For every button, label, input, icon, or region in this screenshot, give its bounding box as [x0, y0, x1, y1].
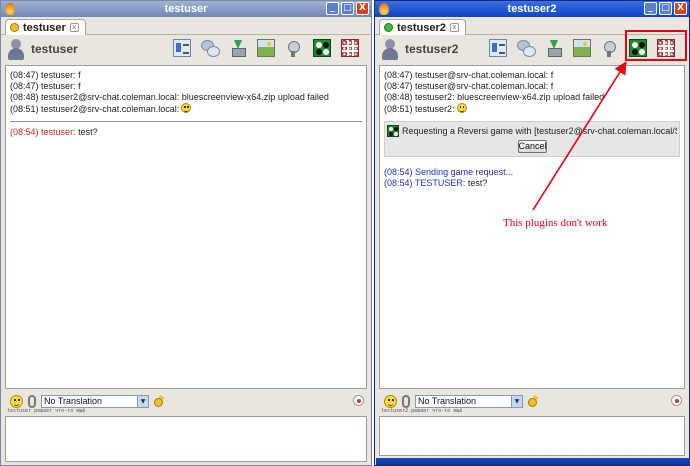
- attach-file-icon[interactable]: [402, 394, 410, 408]
- system-message: (08:54) Sending game request...: [384, 167, 514, 177]
- message-line: (08:54) testuser: test?: [10, 127, 98, 137]
- attach-file-icon[interactable]: [28, 394, 36, 408]
- bot-icon[interactable]: [285, 39, 303, 57]
- emoticon-picker-icon[interactable]: [10, 394, 23, 408]
- tab-close-icon[interactable]: x: [69, 23, 79, 32]
- divider: [10, 121, 362, 122]
- maximize-button[interactable]: □: [341, 2, 354, 15]
- typing-notice: testuser2 решает что-то ещё: [381, 408, 463, 414]
- typing-notice: testuser решает что-то ещё: [7, 408, 86, 414]
- window-title: testuser: [164, 3, 208, 15]
- avatar: [381, 39, 399, 60]
- message-line: (08:51) testuser2@srv-chat.coleman.local…: [10, 103, 362, 115]
- bot-icon[interactable]: [601, 39, 619, 57]
- file-transfer-icon[interactable]: [545, 39, 563, 57]
- online-status-icon: [384, 23, 393, 32]
- tab-close-icon[interactable]: x: [449, 23, 459, 32]
- clear-chat-icon[interactable]: [671, 395, 682, 406]
- profile-card-icon[interactable]: [489, 39, 507, 57]
- system-message: (08:54) TESTUSER: test?: [384, 178, 488, 188]
- clear-chat-icon[interactable]: [353, 395, 364, 406]
- translation-select[interactable]: No Translation ▼: [41, 394, 149, 408]
- emoticon-picker-icon[interactable]: [384, 394, 397, 408]
- contact-name: testuser2: [405, 42, 459, 56]
- game-request-text: Requesting a Reversi game with [testuser…: [402, 125, 677, 136]
- close-button[interactable]: X: [674, 2, 687, 15]
- tic-tac-toe-icon[interactable]: [341, 39, 359, 57]
- contact-name: testuser: [31, 42, 78, 56]
- message-line: (08:47) testuser@srv-chat.coleman.local:…: [384, 70, 554, 80]
- message-transcript[interactable]: (08:47) testuser: f (08:47) testuser: f …: [5, 65, 367, 389]
- chevron-down-icon: ▼: [511, 395, 522, 407]
- game-request-panel: Requesting a Reversi game with [testuser…: [384, 121, 680, 157]
- chat-window-testuser2: testuser2 _ □ X testuser2 x testuser2 (0…: [374, 0, 690, 466]
- translate-icon[interactable]: [154, 396, 165, 407]
- message-line: (08:47) testuser@srv-chat.coleman.local:…: [384, 81, 554, 91]
- maximize-button[interactable]: □: [659, 2, 672, 15]
- title-bar[interactable]: testuser2 _ □ X: [375, 1, 689, 17]
- translate-icon[interactable]: [528, 396, 539, 407]
- message-line: (08:48) testuser2: bluescreenview-x64.zi…: [384, 92, 605, 102]
- close-button[interactable]: X: [356, 2, 369, 15]
- smiley-emoticon-icon: [456, 103, 467, 113]
- tab-bar: testuser x: [1, 17, 371, 35]
- chat-bubbles-icon[interactable]: [517, 39, 536, 57]
- minimize-button[interactable]: _: [644, 2, 657, 15]
- file-transfer-icon[interactable]: [229, 39, 247, 57]
- screenshot-icon[interactable]: [257, 39, 275, 57]
- profile-card-icon[interactable]: [173, 39, 191, 57]
- screenshot-icon[interactable]: [573, 39, 591, 57]
- chat-header: testuser: [1, 35, 371, 63]
- tab-testuser[interactable]: testuser x: [5, 19, 86, 35]
- minimize-button[interactable]: _: [326, 2, 339, 15]
- taskbar-strip: [376, 458, 690, 466]
- message-input[interactable]: [379, 416, 685, 456]
- tab-label: testuser2: [397, 21, 446, 34]
- window-title: testuser2: [507, 3, 557, 15]
- message-line: (08:47) testuser: f: [10, 81, 81, 91]
- plugin-toolbar: [173, 39, 359, 57]
- status-icon: [10, 23, 19, 32]
- translation-select[interactable]: No Translation ▼: [415, 394, 523, 408]
- avatar: [7, 39, 25, 60]
- tab-testuser2[interactable]: testuser2 x: [379, 19, 466, 35]
- message-input[interactable]: [5, 416, 367, 462]
- reversi-game-icon[interactable]: [313, 39, 331, 57]
- chat-bubbles-icon[interactable]: [201, 39, 220, 57]
- reversi-game-icon: [387, 125, 399, 137]
- message-line: (08:47) testuser: f: [10, 70, 81, 80]
- chevron-down-icon: ▼: [137, 395, 148, 407]
- app-flame-icon: [5, 3, 15, 15]
- cancel-button[interactable]: Cancel: [517, 140, 547, 153]
- message-line: (08:48) testuser2@srv-chat.coleman.local…: [10, 92, 329, 102]
- smiley-emoticon-icon: [181, 103, 192, 113]
- title-bar[interactable]: testuser _ □ X: [1, 1, 371, 17]
- message-line: (08:51) testuser2:: [384, 103, 680, 115]
- annotation-highlight-box: [625, 30, 687, 61]
- tab-label: testuser: [23, 21, 66, 34]
- annotation-note: This plugins don't work: [503, 217, 608, 229]
- app-flame-icon: [379, 3, 389, 15]
- chat-window-testuser: testuser _ □ X testuser x testuser (08:4…: [0, 0, 372, 466]
